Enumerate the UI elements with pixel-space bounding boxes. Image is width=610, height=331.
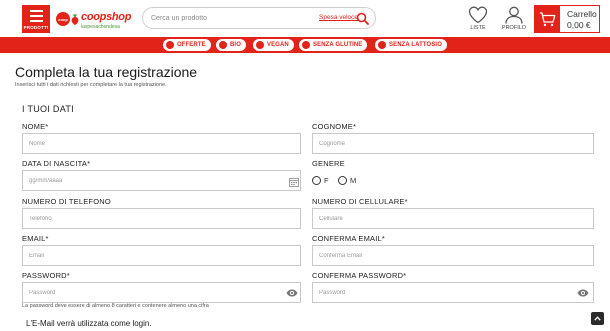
filter-label: SENZA GLUTINE xyxy=(313,42,363,48)
conferma-password-label: CONFERMA PASSWORD* xyxy=(312,271,407,280)
eye-icon[interactable] xyxy=(286,289,298,297)
nome-input[interactable] xyxy=(22,133,301,154)
bio-leaf-icon xyxy=(219,41,227,49)
brand-tagline: laspesachendesa xyxy=(81,24,120,30)
coopshop-logo[interactable]: coop coopshop laspesachendesa xyxy=(56,7,134,31)
nome-label: NOME* xyxy=(22,122,49,131)
cart-amount: 0,00 € xyxy=(567,20,591,30)
conferma-email-label: CONFERMA EMAIL* xyxy=(312,234,386,243)
data-nascita-label: DATA DI NASCITA* xyxy=(22,159,91,168)
password-label: PASSWORD* xyxy=(22,271,70,280)
strawberry-icon xyxy=(71,13,79,25)
cognome-label: COGNOME* xyxy=(312,122,357,131)
logo-text: coopshop laspesachendesa xyxy=(81,8,131,30)
conferma-password-input[interactable] xyxy=(312,282,594,303)
cart-icon-box xyxy=(535,6,560,32)
filter-offerte[interactable]: OFFERTE xyxy=(163,39,211,51)
genere-option-f[interactable]: F xyxy=(312,176,329,185)
filter-senza-glutine[interactable]: SENZA GLUTINE xyxy=(299,39,368,51)
telefono-input[interactable] xyxy=(22,208,301,229)
spesa-veloce-link[interactable]: Spesa veloce xyxy=(319,14,358,21)
liste-label: LISTE xyxy=(470,25,486,31)
cart-label: Carrello xyxy=(567,9,597,19)
products-menu-label: PRODOTTI xyxy=(23,24,49,30)
offer-tag-icon xyxy=(166,41,174,49)
password-input[interactable] xyxy=(22,282,301,303)
calendar-icon[interactable] xyxy=(289,177,299,187)
telefono-label: NUMERO DI TELEFONO xyxy=(22,197,111,206)
genere-option-m[interactable]: M xyxy=(338,176,356,185)
eye-icon[interactable] xyxy=(577,289,589,297)
filter-senza-lattosio[interactable]: SENZA LATTOSIO xyxy=(375,39,447,51)
cart-icon xyxy=(539,11,556,26)
coop-badge-logo: coop xyxy=(56,12,70,26)
site-header: PRODOTTI coop coopshop laspesachendesa S… xyxy=(0,0,610,37)
cart-button[interactable]: Carrello 0,00 € xyxy=(534,5,600,33)
data-nascita-input[interactable] xyxy=(22,170,301,191)
filter-bar: OFFERTE BIO VEGAN SENZA GLUTINE SENZA LA… xyxy=(0,37,610,53)
profilo-label: PROFILO xyxy=(501,25,527,31)
hamburger-icon xyxy=(29,9,43,22)
radio-f-label: F xyxy=(324,176,329,185)
page-subtitle: Inserisci tutti i dati richiesti per com… xyxy=(15,82,167,88)
radio-m[interactable] xyxy=(338,176,347,185)
email-input[interactable] xyxy=(22,245,301,266)
products-menu-button[interactable]: PRODOTTI xyxy=(22,5,50,33)
email-label: EMAIL* xyxy=(22,234,49,243)
liste-button[interactable]: LISTE xyxy=(466,6,490,31)
search-icon[interactable] xyxy=(356,12,369,25)
filter-vegan[interactable]: VEGAN xyxy=(253,39,294,51)
scroll-to-top-button[interactable] xyxy=(591,312,604,325)
vegan-leaf-icon xyxy=(256,41,264,49)
profilo-button[interactable]: PROFILO xyxy=(500,6,528,31)
login-note: L'E-Mail verrà utilizzata come login. xyxy=(26,319,152,328)
gluten-free-icon xyxy=(302,41,310,49)
radio-m-label: M xyxy=(350,176,357,185)
search-input[interactable] xyxy=(151,11,311,26)
password-hint: La password deve essere di almeno 8 cara… xyxy=(22,303,209,309)
brand-name: coopshop xyxy=(81,11,132,23)
filter-label: OFFERTE xyxy=(177,42,206,48)
heart-icon xyxy=(468,6,488,24)
conferma-email-input[interactable] xyxy=(312,245,594,266)
page-title: Completa la tua registrazione xyxy=(15,64,198,80)
cellulare-label: NUMERO DI CELLULARE* xyxy=(312,197,408,206)
filter-bio[interactable]: BIO xyxy=(216,39,246,51)
section-title: I TUOI DATI xyxy=(22,104,74,114)
cognome-input[interactable] xyxy=(312,133,594,154)
filter-label: BIO xyxy=(230,42,241,48)
filter-label: SENZA LATTOSIO xyxy=(389,42,442,48)
search-bar: Spesa veloce xyxy=(142,7,376,29)
genere-label: GENERE xyxy=(312,159,345,168)
filter-label: VEGAN xyxy=(267,42,289,48)
chevron-up-icon xyxy=(594,316,601,321)
lactose-free-icon xyxy=(378,41,386,49)
cellulare-input[interactable] xyxy=(312,208,594,229)
user-icon xyxy=(505,6,523,24)
radio-f[interactable] xyxy=(312,176,321,185)
